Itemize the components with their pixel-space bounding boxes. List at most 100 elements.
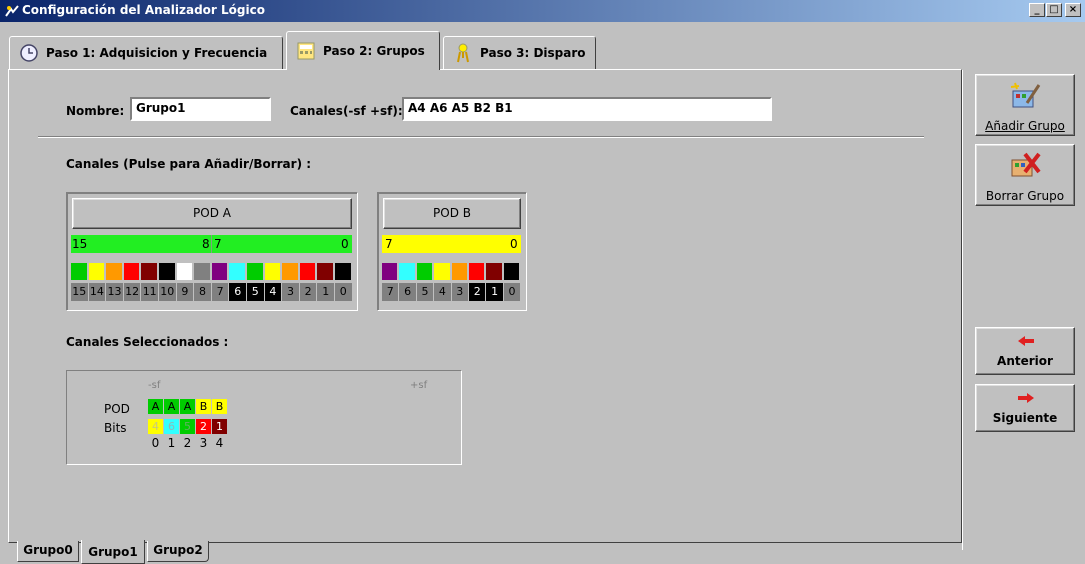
channel-bit-button[interactable]: 15 [71,283,88,301]
selected-index-label: 1 [167,436,176,450]
channel-bit-button[interactable]: 6 [399,283,416,301]
channel-color-swatch[interactable] [159,263,175,280]
channel-color-swatch[interactable] [335,263,351,280]
selected-pod-cell: A [180,399,195,414]
maximize-button[interactable]: □ [1046,3,1062,17]
sf-plus-label: +sf [410,380,428,391]
channel-bit-button[interactable]: 7 [211,283,229,301]
channel-bit-button[interactable]: 12 [123,283,141,301]
arrow-left-icon [1018,336,1034,346]
channel-color-swatch[interactable] [486,263,502,280]
selected-heading: Canales Seleccionados : [66,335,229,349]
pod-a-range-right: 0 [341,237,349,251]
name-field[interactable]: Grupo1 [130,97,271,121]
pod-b-range-bar: 7 0 [382,235,521,253]
channel-color-swatch[interactable] [229,263,245,280]
arrow-right-icon [1018,393,1034,403]
channel-color-swatch[interactable] [141,263,157,280]
selected-pod-cell: B [212,399,227,414]
channel-bit-button[interactable]: 5 [247,283,264,301]
channel-color-swatch[interactable] [176,263,193,280]
pod-b-range-left: 7 [385,237,393,251]
channel-bit-button[interactable]: 0 [335,283,352,301]
channel-bit-button[interactable]: 2 [299,283,317,301]
pod-a-range-separator [211,235,212,253]
previous-label: Anterior [997,354,1053,368]
selected-index-label: 2 [183,436,192,450]
remove-group-label: Borrar Grupo [985,189,1065,203]
tab-grupo1[interactable]: Grupo1 [81,540,145,564]
channel-bit-button[interactable]: 14 [88,283,106,301]
pod-a-channels[interactable]: 15 14 13 12 11 10 9 8 7 6 5 4 3 2 1 0 [71,263,352,303]
tab-disparo[interactable]: Paso 3: Disparo [443,36,596,69]
window-title: Configuración del Analizador Lógico [22,3,265,17]
channel-color-swatch[interactable] [264,263,281,280]
maximize-icon: □ [1049,4,1059,15]
channel-color-swatch[interactable] [399,263,415,280]
channel-bit-button[interactable]: 5 [416,283,434,301]
channel-color-swatch[interactable] [282,263,298,280]
channel-color-swatch[interactable] [123,263,140,280]
remove-group-button[interactable]: Borrar Grupo [975,144,1075,206]
selected-bit-cell: 1 [212,419,227,434]
channel-color-swatch[interactable] [106,263,122,280]
tab-adquisicion[interactable]: Paso 1: Adquisicion y Frecuencia [9,36,283,69]
calculator-icon [297,42,315,60]
clock-icon [20,44,38,62]
channel-color-swatch[interactable] [503,263,520,280]
channel-color-swatch[interactable] [247,263,263,280]
close-icon: × [1068,4,1078,15]
channel-color-swatch[interactable] [71,263,87,280]
channel-color-swatch[interactable] [416,263,433,280]
channel-bit-button[interactable]: 2 [469,283,486,301]
pod-b-range-right: 0 [510,237,518,251]
channel-bit-button[interactable]: 1 [486,283,503,301]
tab-grupo0[interactable]: Grupo0 [17,541,79,562]
channel-bit-button[interactable]: 11 [141,283,158,301]
channel-color-swatch[interactable] [434,263,450,280]
tab-label: Paso 1: Adquisicion y Frecuencia [46,46,268,60]
tab-grupos[interactable]: Paso 2: Grupos [286,31,440,70]
pod-row-label: POD [104,402,130,416]
selected-pod-cell: B [196,399,211,414]
channel-bit-button[interactable]: 13 [106,283,123,301]
channel-color-swatch[interactable] [88,263,105,280]
channels-field[interactable]: A4 A6 A5 B2 B1 [402,97,772,121]
channel-bit-button[interactable]: 3 [451,283,468,301]
channel-bit-button[interactable]: 1 [317,283,334,301]
pod-a-button[interactable]: POD A [72,198,352,229]
add-group-icon [1010,82,1041,108]
channel-bit-button[interactable]: 7 [382,283,399,301]
channel-bit-button[interactable]: 4 [264,283,282,301]
tab-grupo2[interactable]: Grupo2 [147,541,209,562]
channel-bit-button[interactable]: 9 [176,283,194,301]
channel-bit-button[interactable]: 8 [194,283,211,301]
app-icon [5,5,19,17]
channel-color-swatch[interactable] [317,263,333,280]
channel-bit-button[interactable]: 10 [159,283,176,301]
divider [38,136,924,138]
previous-button[interactable]: Anterior [975,327,1075,375]
channel-bit-button[interactable]: 6 [229,283,246,301]
channel-color-swatch[interactable] [382,263,398,280]
selected-box [66,370,462,465]
channel-color-swatch[interactable] [469,263,485,280]
channel-color-swatch[interactable] [299,263,316,280]
add-group-button[interactable]: Añadir Grupo [975,74,1075,136]
pod-b-button[interactable]: POD B [383,198,521,229]
channel-color-swatch[interactable] [194,263,210,280]
next-button[interactable]: Siguiente [975,384,1075,432]
title-bar[interactable]: Configuración del Analizador Lógico _ □ … [0,0,1085,22]
channels-label: Canales(-sf +sf): [290,104,403,118]
channel-color-swatch[interactable] [211,263,228,280]
minimize-icon: _ [1034,4,1040,15]
channel-color-swatch[interactable] [451,263,467,280]
channel-bit-button[interactable]: 4 [434,283,451,301]
pod-a-range-mid-right: 7 [214,237,222,251]
channel-bit-button[interactable]: 0 [503,283,521,301]
close-button[interactable]: × [1065,3,1081,17]
channel-bit-button[interactable]: 3 [282,283,299,301]
pod-b-channels[interactable]: 76543210 [382,263,521,303]
minimize-button[interactable]: _ [1029,3,1045,17]
sf-minus-label: -sf [148,380,161,391]
